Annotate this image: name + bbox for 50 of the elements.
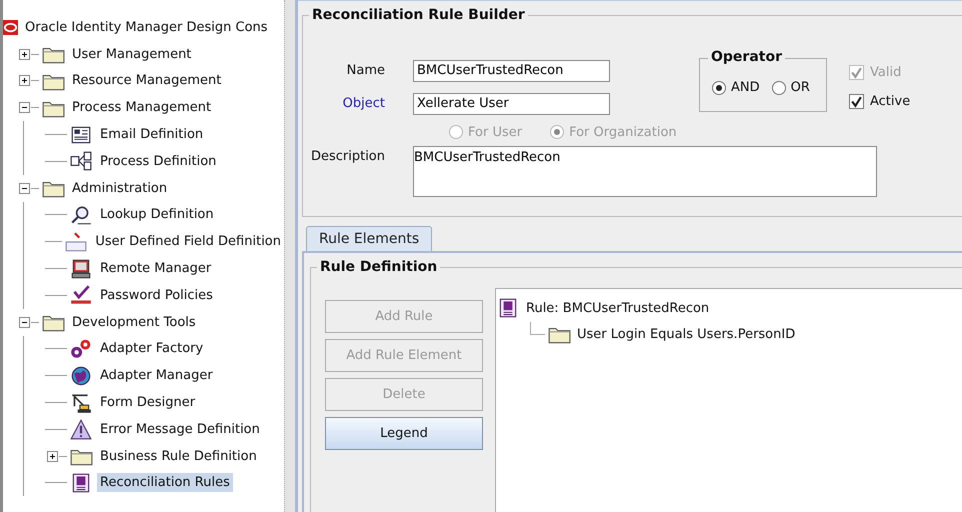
gears-icon — [69, 338, 93, 360]
text-field[interactable]: BMCUserTrustedRecon — [413, 60, 610, 82]
tab[interactable]: Rule Elements — [306, 226, 432, 251]
tree-item[interactable]: Adapter Manager — [97, 366, 216, 386]
computer-icon — [69, 258, 93, 280]
checkmark-icon — [850, 95, 863, 108]
splitter-handle[interactable] — [284, 0, 298, 512]
tree-item[interactable]: Business Rule Definition — [97, 446, 260, 466]
radio-option[interactable]: AND — [712, 80, 760, 95]
collapse-toggle[interactable] — [18, 182, 30, 194]
tree-item[interactable]: Adapter Factory — [97, 339, 206, 358]
checkmark-icon — [850, 66, 863, 79]
expand-toggle[interactable] — [18, 48, 30, 60]
action-button[interactable]: Legend — [325, 417, 483, 450]
tree-item[interactable]: Resource Management — [69, 71, 224, 90]
tree-item[interactable]: Rule: BMCUserTrustedRecon — [524, 300, 710, 316]
group-title: Operator — [708, 49, 785, 65]
field-label: Description — [310, 148, 386, 164]
flowchart-icon — [69, 150, 93, 172]
warning-icon — [69, 418, 93, 440]
radio-option[interactable]: OR — [772, 80, 810, 95]
tree-item[interactable]: Process Definition — [97, 152, 220, 171]
tree-item[interactable]: Reconciliation Rules — [97, 473, 233, 492]
tree-item[interactable]: Lookup Definition — [97, 205, 217, 224]
tree-item[interactable]: Email Definition — [97, 125, 206, 144]
tree-item[interactable]: Process Management — [69, 98, 214, 118]
expand-toggle[interactable] — [18, 75, 30, 86]
tree-item[interactable]: Error Message Definition — [97, 420, 263, 439]
expand-toggle[interactable] — [46, 450, 58, 462]
checkmark-icon — [69, 284, 93, 306]
tree-item[interactable]: Form Designer — [97, 393, 198, 412]
field-link[interactable]: Object — [303, 96, 413, 111]
field-icon — [64, 230, 88, 253]
tree-item[interactable]: User Management — [69, 44, 194, 64]
field-label: Name — [346, 63, 386, 78]
tree-item[interactable]: Development Tools — [69, 312, 199, 332]
logo-icon — [3, 20, 18, 35]
tree-item[interactable]: Remote Manager — [97, 259, 214, 278]
globe-icon — [69, 364, 93, 387]
description-field[interactable]: BMCUserTrustedRecon — [413, 146, 877, 197]
tree-item[interactable]: User Login Equals Users.PersonID — [575, 326, 796, 342]
tree-item[interactable]: User Defined Field Definition — [92, 232, 284, 252]
collapse-toggle[interactable] — [18, 102, 30, 114]
tree-root-label[interactable]: Oracle Identity Manager Design Cons — [22, 18, 271, 37]
collapse-toggle[interactable] — [18, 316, 30, 328]
checkbox[interactable]: Active — [849, 94, 910, 109]
magnifier-icon — [69, 204, 93, 226]
text-field[interactable]: Xellerate User — [413, 92, 610, 114]
tree-item[interactable]: Password Policies — [97, 286, 216, 305]
tree-item[interactable]: Administration — [69, 178, 170, 198]
